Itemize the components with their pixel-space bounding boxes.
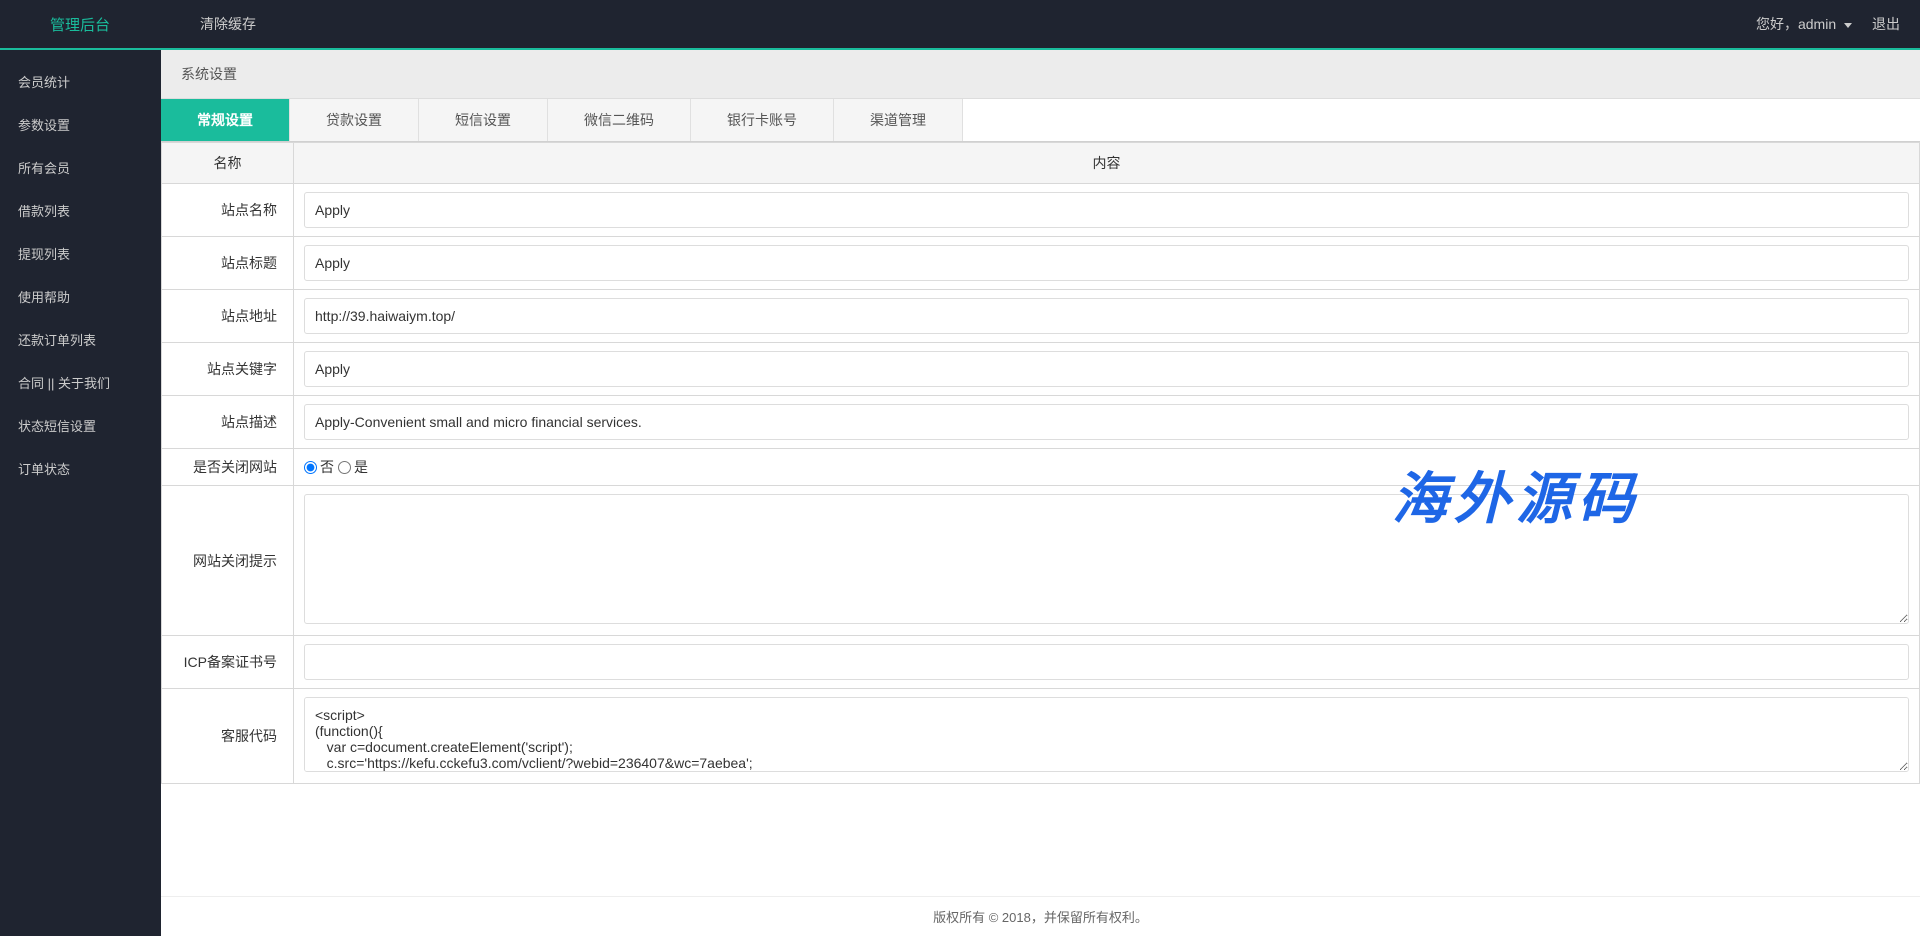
row-icp: ICP备案证书号 xyxy=(162,636,1920,689)
sidebar-item-repay-orders[interactable]: 还款订单列表 xyxy=(0,318,161,361)
user-greeting[interactable]: 您好，admin xyxy=(1756,14,1852,34)
row-site-desc: 站点描述 xyxy=(162,396,1920,449)
label-icp: ICP备案证书号 xyxy=(162,636,294,689)
label-site-url: 站点地址 xyxy=(162,290,294,343)
row-site-url: 站点地址 xyxy=(162,290,1920,343)
tab-sms[interactable]: 短信设置 xyxy=(419,99,548,141)
tab-channel[interactable]: 渠道管理 xyxy=(834,99,963,141)
input-site-name[interactable] xyxy=(304,192,1909,228)
chevron-down-icon xyxy=(1844,23,1852,28)
label-close-tip: 网站关闭提示 xyxy=(162,486,294,636)
sidebar-item-contract-about[interactable]: 合同 || 关于我们 xyxy=(0,361,161,404)
tab-bank[interactable]: 银行卡账号 xyxy=(691,99,834,141)
label-site-desc: 站点描述 xyxy=(162,396,294,449)
footer: 版权所有 © 2018，并保留所有权利。 xyxy=(161,896,1920,936)
sidebar-item-sms-status[interactable]: 状态短信设置 xyxy=(0,404,161,447)
tab-wechat-qr[interactable]: 微信二维码 xyxy=(548,99,691,141)
logout-link[interactable]: 退出 xyxy=(1872,14,1900,34)
radio-no[interactable] xyxy=(304,461,317,474)
settings-table: 名称 内容 站点名称 站点标题 站点地址 xyxy=(161,142,1920,784)
breadcrumb: 系统设置 xyxy=(161,48,1920,99)
radio-close-site: 否 是 xyxy=(304,457,1909,477)
brand-title[interactable]: 管理后台 xyxy=(50,14,110,35)
tab-loan[interactable]: 贷款设置 xyxy=(290,99,419,141)
sidebar-item-all-members[interactable]: 所有会员 xyxy=(0,146,161,189)
sidebar-item-withdraw-list[interactable]: 提现列表 xyxy=(0,232,161,275)
col-content: 内容 xyxy=(294,143,1920,184)
row-close-tip: 网站关闭提示 xyxy=(162,486,1920,636)
row-site-title: 站点标题 xyxy=(162,237,1920,290)
label-site-title: 站点标题 xyxy=(162,237,294,290)
sidebar: 会员统计 参数设置 所有会员 借款列表 提现列表 使用帮助 还款订单列表 合同 … xyxy=(0,48,161,936)
input-site-keywords[interactable] xyxy=(304,351,1909,387)
input-close-tip[interactable] xyxy=(304,494,1909,624)
radio-yes-label[interactable]: 是 xyxy=(338,457,368,477)
label-site-name: 站点名称 xyxy=(162,184,294,237)
row-site-name: 站点名称 xyxy=(162,184,1920,237)
input-site-desc[interactable] xyxy=(304,404,1909,440)
input-icp[interactable] xyxy=(304,644,1909,680)
label-service-code: 客服代码 xyxy=(162,689,294,784)
sidebar-item-param-settings[interactable]: 参数设置 xyxy=(0,103,161,146)
tabs-bar: 常规设置 贷款设置 短信设置 微信二维码 银行卡账号 渠道管理 xyxy=(161,99,1920,142)
sidebar-item-member-stats[interactable]: 会员统计 xyxy=(0,60,161,103)
radio-no-label[interactable]: 否 xyxy=(304,457,334,477)
input-site-url[interactable] xyxy=(304,298,1909,334)
input-service-code[interactable] xyxy=(304,697,1909,772)
clear-cache-link[interactable]: 清除缓存 xyxy=(200,14,256,34)
topbar: 管理后台 清除缓存 您好，admin 退出 xyxy=(0,0,1920,48)
tab-general[interactable]: 常规设置 xyxy=(161,99,290,141)
content-area: 海外源码 常规设置 贷款设置 短信设置 微信二维码 银行卡账号 渠道管理 名称 … xyxy=(161,99,1920,896)
label-close-site: 是否关闭网站 xyxy=(162,449,294,486)
row-site-keywords: 站点关键字 xyxy=(162,343,1920,396)
sidebar-item-help[interactable]: 使用帮助 xyxy=(0,275,161,318)
col-name: 名称 xyxy=(162,143,294,184)
row-service-code: 客服代码 xyxy=(162,689,1920,784)
label-site-keywords: 站点关键字 xyxy=(162,343,294,396)
sidebar-item-order-status[interactable]: 订单状态 xyxy=(0,447,161,490)
row-close-site: 是否关闭网站 否 是 xyxy=(162,449,1920,486)
input-site-title[interactable] xyxy=(304,245,1909,281)
radio-yes[interactable] xyxy=(338,461,351,474)
sidebar-item-loan-list[interactable]: 借款列表 xyxy=(0,189,161,232)
